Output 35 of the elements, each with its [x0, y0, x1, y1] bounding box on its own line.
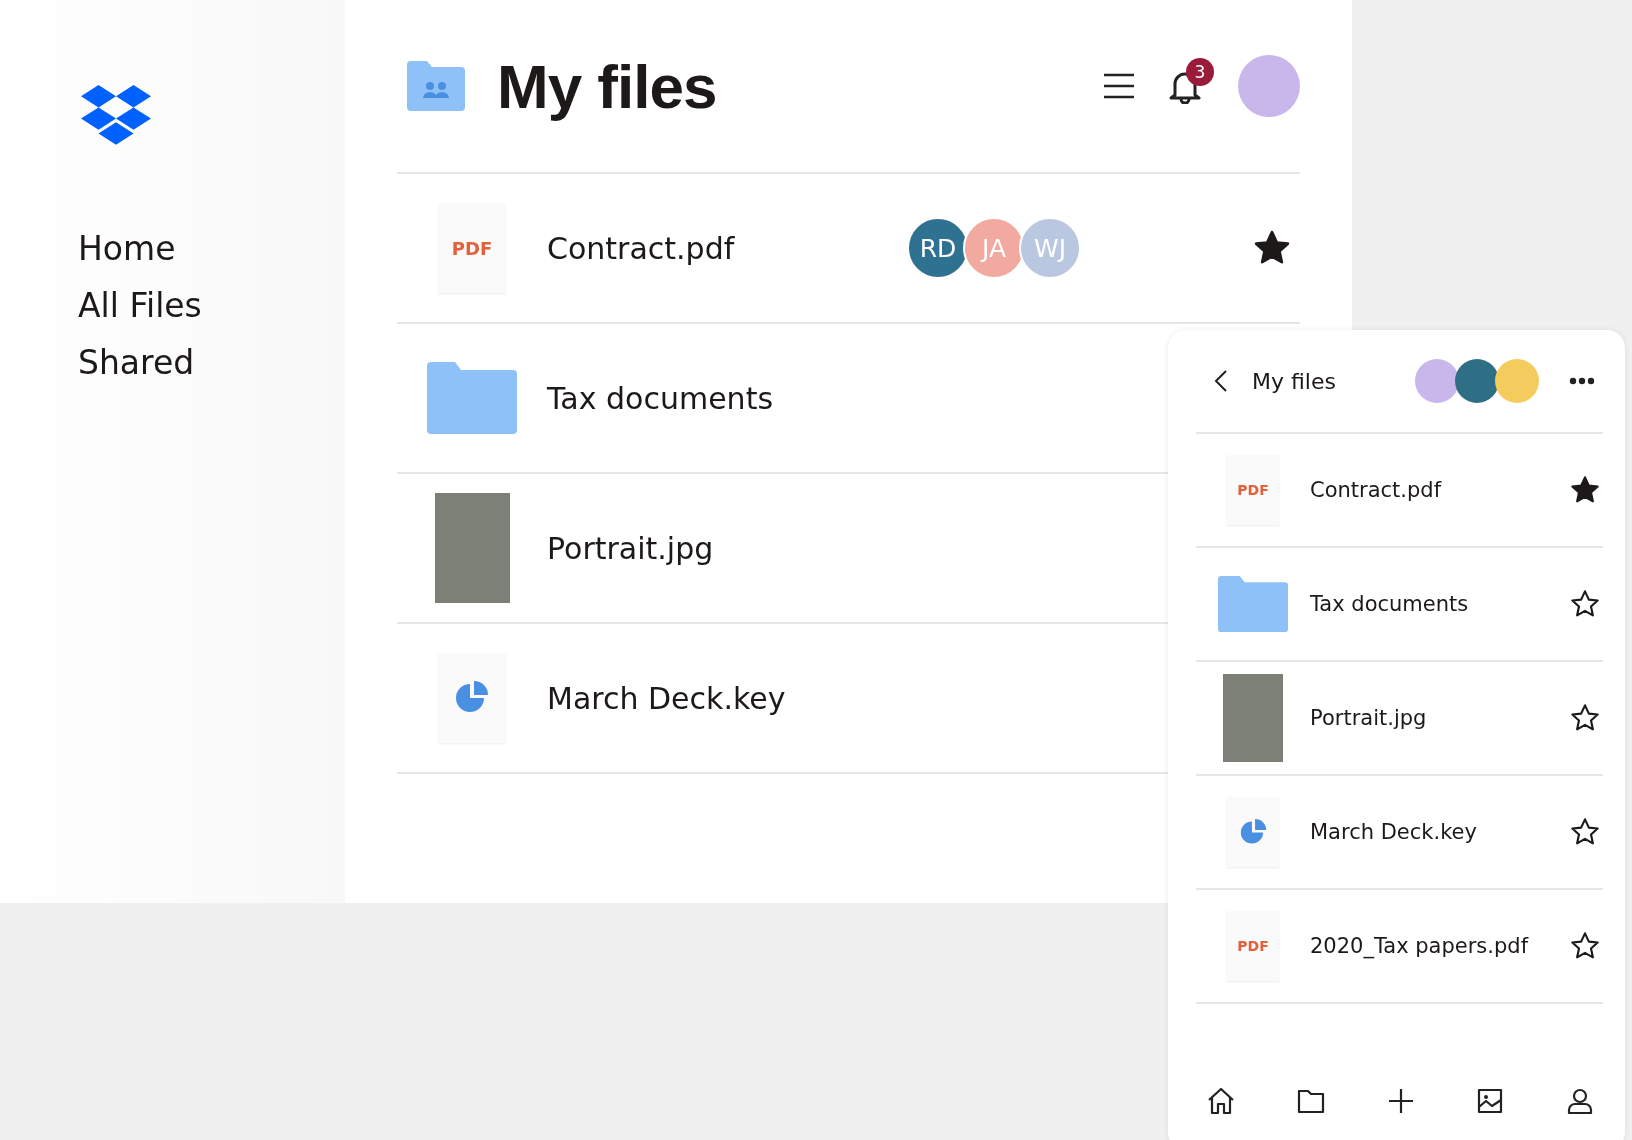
sidebar-nav-link[interactable]: Shared	[78, 341, 345, 384]
file-name: March Deck.key	[1310, 820, 1478, 844]
more-options-icon[interactable]	[1569, 377, 1595, 385]
panel-title: My files	[1252, 368, 1337, 394]
home-icon[interactable]	[1206, 1086, 1236, 1116]
collaborator-avatar: WJ	[1019, 217, 1081, 279]
file-name: Contract.pdf	[547, 230, 736, 266]
folder-icon	[427, 362, 517, 434]
presentation-file-icon	[1227, 797, 1279, 867]
file-name: 2020_Tax papers.pdf	[1310, 934, 1530, 958]
file-row[interactable]: PDF Contract.pdf	[1196, 434, 1603, 548]
file-name: Tax documents	[1310, 592, 1470, 616]
file-row[interactable]: March Deck.key	[1196, 776, 1603, 890]
pdf-file-icon: PDF	[439, 203, 505, 293]
file-row[interactable]: Portrait.jpg	[1196, 662, 1603, 776]
sidebar-nav-link[interactable]: All Files	[78, 284, 345, 327]
file-name: Contract.pdf	[1310, 478, 1443, 502]
shared-folder-icon	[407, 61, 465, 111]
dropbox-logo-icon	[81, 85, 151, 145]
file-name: Tax documents	[547, 380, 775, 416]
file-name: Portrait.jpg	[1310, 706, 1428, 730]
menu-icon[interactable]	[1104, 73, 1134, 99]
pdf-file-icon: PDF	[1227, 911, 1279, 981]
notification-count-badge: 3	[1186, 58, 1214, 86]
presentation-file-icon	[439, 653, 505, 743]
sidebar-nav-link[interactable]: Home	[78, 227, 345, 270]
account-icon[interactable]	[1565, 1086, 1595, 1116]
file-row[interactable]: Tax documents	[1196, 548, 1603, 662]
file-name: March Deck.key	[547, 680, 787, 716]
folder-icon	[1218, 576, 1288, 632]
page-title: My files	[497, 50, 717, 122]
file-row[interactable]: PDF 2020_Tax papers.pdf	[1196, 890, 1603, 1004]
pdf-file-icon: PDF	[1227, 455, 1279, 525]
file-name: Portrait.jpg	[547, 530, 715, 566]
back-icon[interactable]	[1214, 369, 1228, 393]
